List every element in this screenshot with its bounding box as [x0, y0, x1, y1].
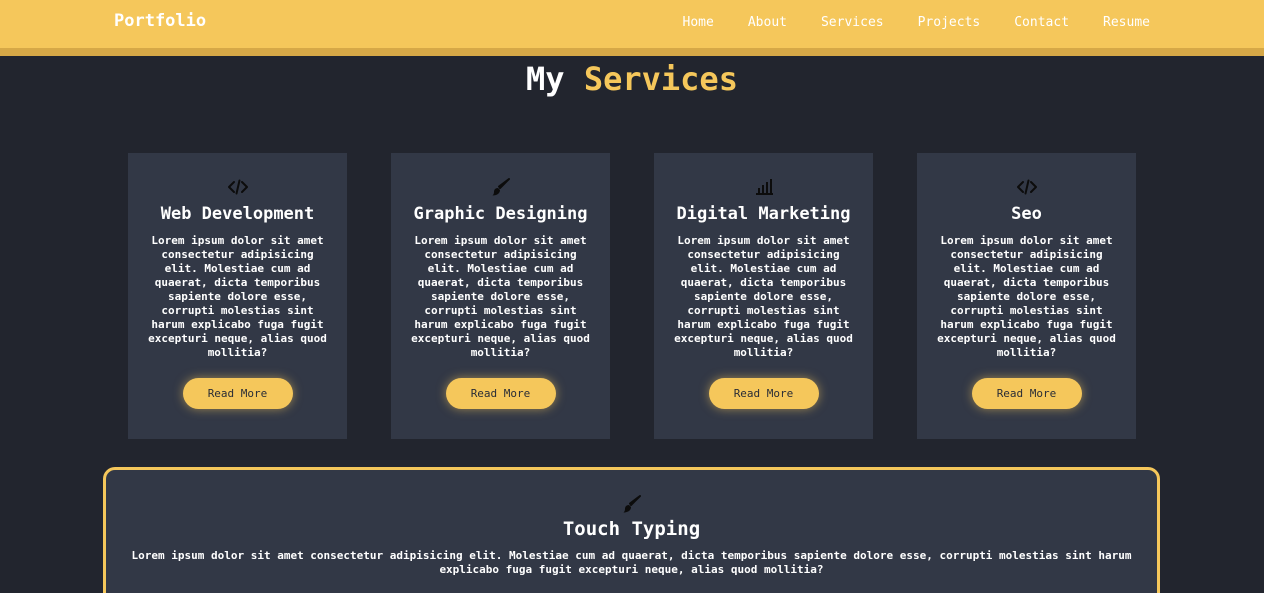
read-more-button[interactable]: Read More — [445, 378, 556, 409]
section-title-plain: My — [526, 60, 565, 98]
nav-link-projects[interactable]: Projects — [918, 15, 981, 30]
nav-link-services[interactable]: Services — [821, 15, 884, 30]
service-card-text: Lorem ipsum dolor sit amet consectetur a… — [937, 234, 1116, 359]
read-more-button[interactable]: Read More — [708, 378, 819, 409]
nav-link-contact[interactable]: Contact — [1014, 15, 1069, 30]
navbar: Portfolio Home About Services Projects C… — [0, 0, 1264, 56]
nav-link-home[interactable]: Home — [683, 15, 714, 30]
paintbrush-icon — [391, 177, 610, 197]
chart-bars-icon — [654, 177, 873, 197]
service-card-text: Lorem ipsum dolor sit amet consectetur a… — [674, 234, 853, 359]
service-card-title: Seo — [1011, 204, 1042, 224]
service-card-title: Web Development — [160, 204, 315, 224]
read-more-button[interactable]: Read More — [182, 378, 293, 409]
section-title-accent: Services — [583, 60, 738, 98]
code-icon — [128, 177, 347, 197]
code-icon — [917, 177, 1136, 197]
service-card-title: Touch Typing — [562, 518, 701, 540]
brand-logo[interactable]: Portfolio — [114, 11, 206, 31]
service-card-graphic-designing: Graphic Designing Lorem ipsum dolor sit … — [391, 153, 610, 439]
paintbrush-icon — [106, 494, 1157, 514]
service-card-text: Lorem ipsum dolor sit amet consectetur a… — [148, 234, 327, 359]
read-more-button[interactable]: Read More — [971, 378, 1082, 409]
section-title: My Services — [0, 60, 1264, 98]
service-card-text: Lorem ipsum dolor sit amet consectetur a… — [131, 549, 1132, 576]
service-card-touch-typing: Touch Typing Lorem ipsum dolor sit amet … — [103, 467, 1160, 593]
service-card-text: Lorem ipsum dolor sit amet consectetur a… — [411, 234, 590, 359]
service-card-digital-marketing: Digital Marketing Lorem ipsum dolor sit … — [654, 153, 873, 439]
nav-link-resume[interactable]: Resume — [1103, 15, 1150, 30]
service-card-title: Graphic Designing — [413, 204, 588, 224]
nav-link-about[interactable]: About — [748, 15, 787, 30]
service-card-web-development: Web Development Lorem ipsum dolor sit am… — [128, 153, 347, 439]
nav-links: Home About Services Projects Contact Res… — [649, 15, 1150, 30]
service-card-title: Digital Marketing — [676, 204, 851, 224]
service-card-seo: Seo Lorem ipsum dolor sit amet consectet… — [917, 153, 1136, 439]
